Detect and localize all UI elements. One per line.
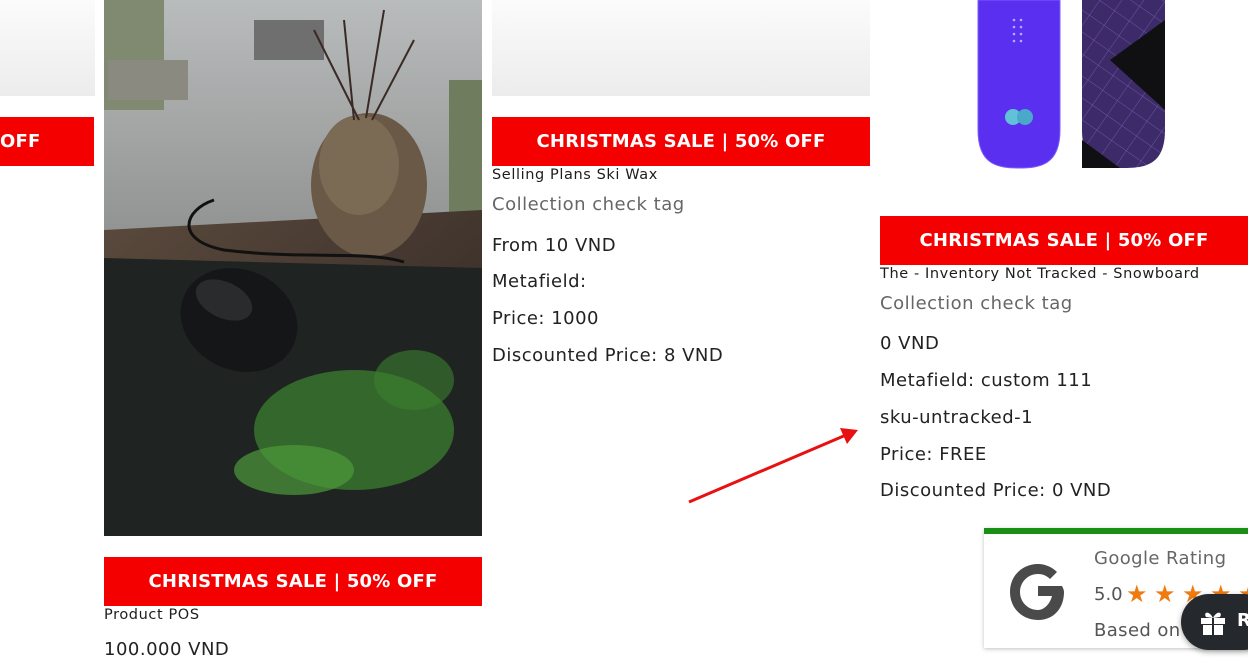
collection-tag: Collection check tag: [492, 194, 685, 215]
star-icon: ★: [1126, 580, 1148, 608]
rating-score: 5.0: [1094, 584, 1123, 605]
product-price: 100.000 VND: [104, 639, 230, 660]
product-image-snowboard[interactable]: [880, 0, 1248, 196]
product-title[interactable]: The - Inventory Not Tracked - Snowboard: [880, 266, 1200, 282]
product-title[interactable]: Product POS: [104, 607, 200, 623]
product-image-ski-wax[interactable]: [492, 0, 870, 96]
product-discounted-price: Discounted Price: 8 VND: [492, 345, 724, 366]
product-price-label: Price: FREE: [880, 444, 987, 465]
product-metafield: Metafield:: [492, 271, 587, 292]
gift-icon: [1201, 612, 1225, 635]
google-g-icon: [1010, 564, 1064, 620]
sale-banner-snowboard: CHRISTMAS SALE | 50% OFF: [880, 216, 1248, 265]
sale-banner-1: OFF: [0, 117, 94, 166]
rewards-label: R: [1237, 610, 1248, 631]
product-image-1[interactable]: [0, 0, 95, 96]
product-price: 0 VND: [880, 333, 940, 354]
product-image-product-pos[interactable]: [104, 0, 482, 536]
star-icon: ★: [1154, 580, 1176, 608]
annotation-arrow: [688, 428, 858, 504]
sale-banner-product-pos: CHRISTMAS SALE | 50% OFF: [104, 557, 482, 606]
rewards-button[interactable]: R: [1181, 594, 1248, 650]
product-price-from: From 10 VND: [492, 235, 617, 256]
product-metafield: Metafield: custom 111: [880, 370, 1093, 391]
product-title[interactable]: Selling Plans Ski Wax: [492, 167, 658, 183]
product-sku: sku-untracked-1: [880, 407, 1034, 428]
rating-based-on: Based on: [1094, 620, 1181, 641]
product-discounted-price: Discounted Price: 0 VND: [880, 480, 1112, 501]
sale-banner-ski-wax: CHRISTMAS SALE | 50% OFF: [492, 117, 870, 166]
collection-tag: Collection check tag: [880, 293, 1073, 314]
snowboard-image: [977, 0, 1165, 169]
photo-mouse-on-pad: [104, 0, 482, 536]
google-rating-title: Google Rating: [1094, 548, 1227, 569]
product-price: Price: 1000: [492, 308, 600, 329]
